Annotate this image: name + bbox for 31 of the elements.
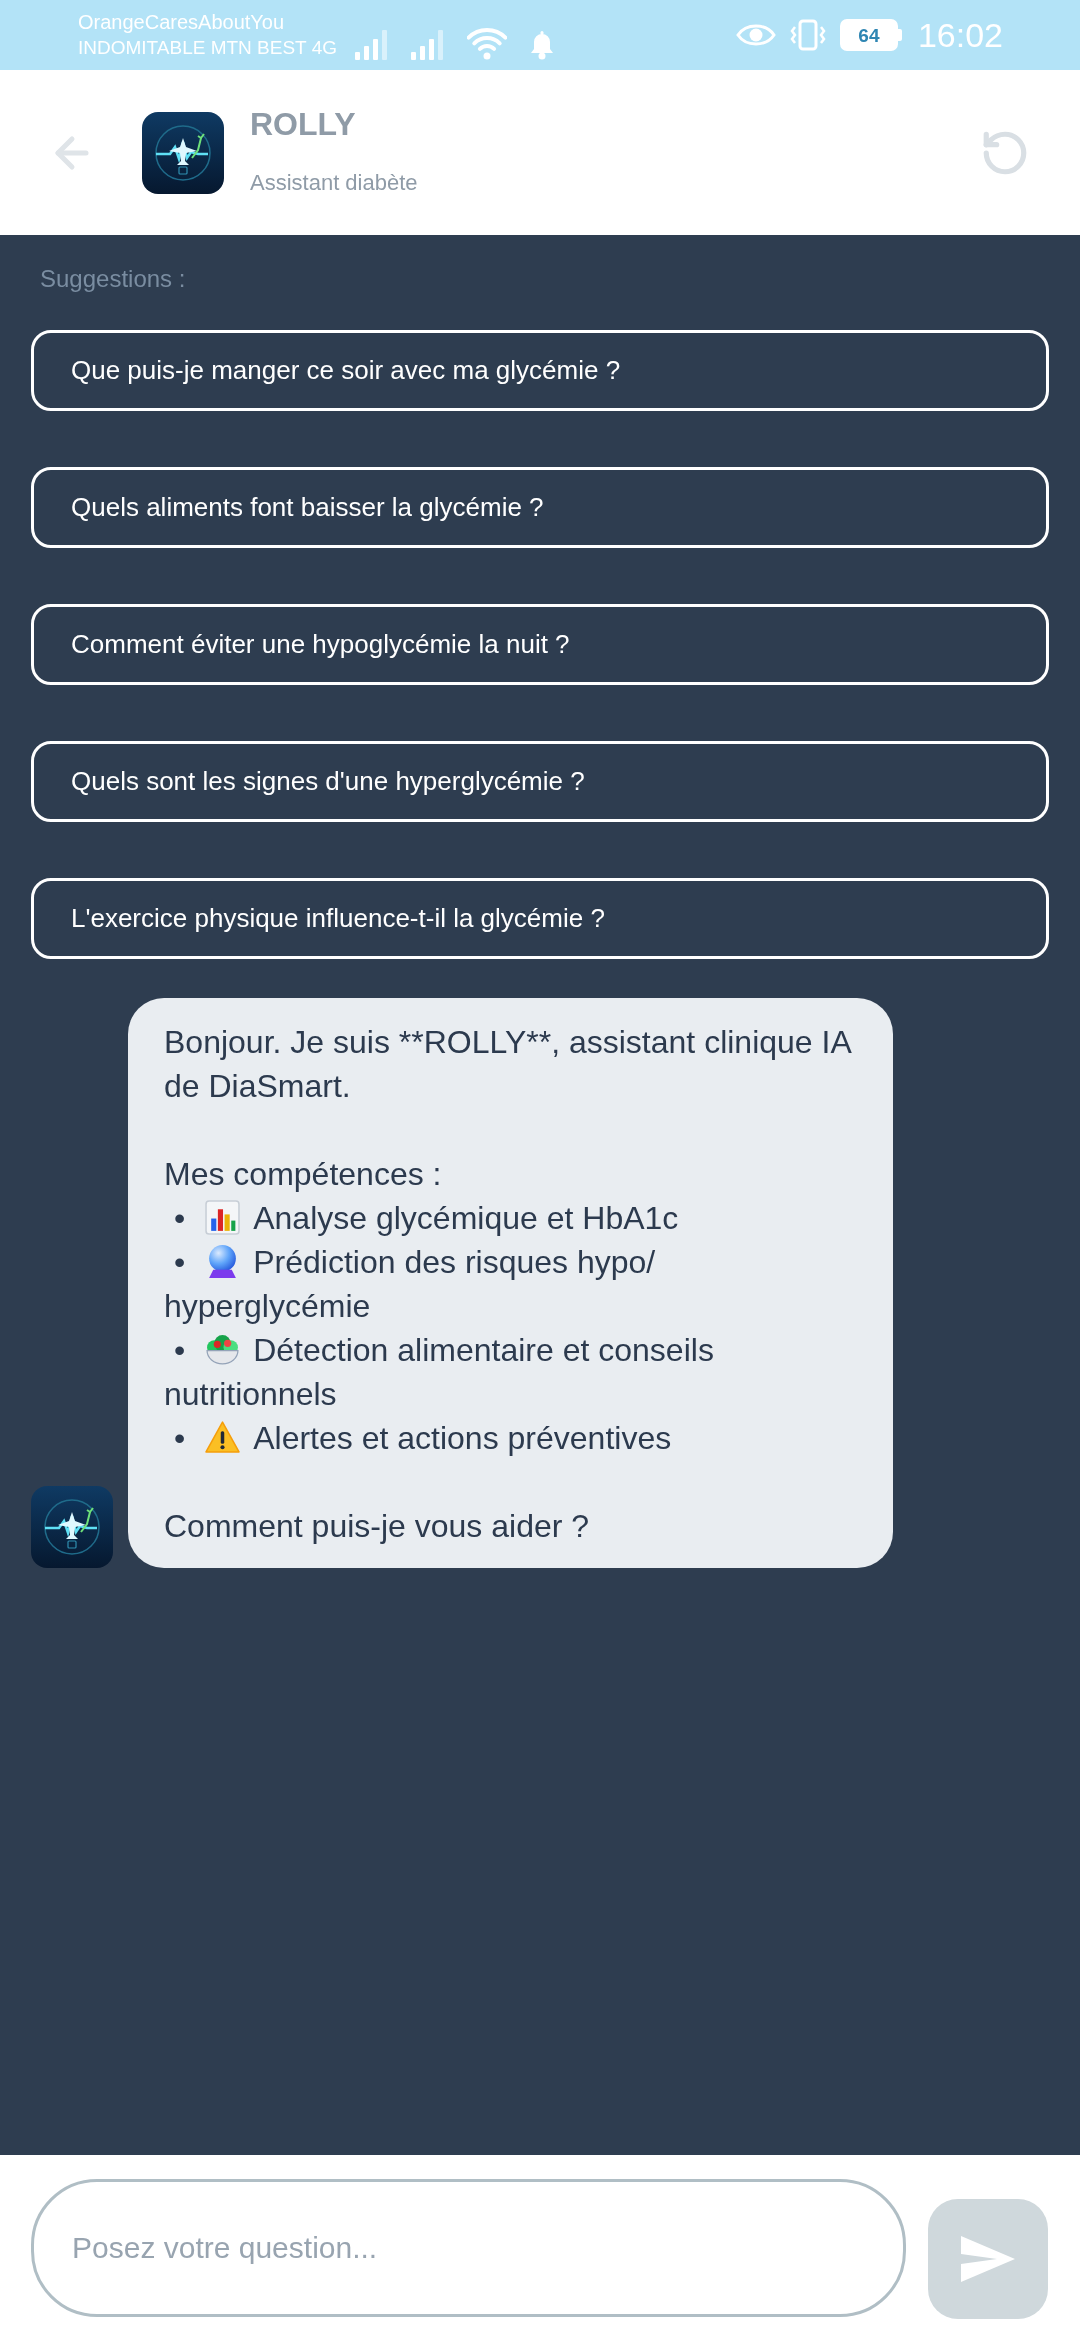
bot-subtitle: Assistant diabète	[250, 171, 418, 194]
suggestion-button[interactable]: Que puis-je manger ce soir avec ma glycémie ?	[31, 330, 1049, 411]
message-heading: Mes compétences :	[164, 1155, 443, 1194]
carrier-name: INDOMITABLE MTN BEST 4G	[78, 36, 337, 60]
vibrate-icon	[789, 19, 826, 51]
battery-percent: 64	[858, 25, 880, 45]
skill-list-item: • Détection alimentaire et conseils nutritionnels	[164, 1331, 715, 1414]
carrier-name: OrangeCaresAboutYou	[78, 10, 286, 35]
bot-avatar-icon	[31, 1486, 113, 1568]
skill-list-item: • Analyse glycémique et HbA1c	[173, 1199, 680, 1238]
question-input[interactable]: Posez votre question...	[31, 2178, 906, 2317]
wifi-icon	[467, 26, 507, 60]
message-text: Bonjour. Je suis **ROLLY**, assistant clinique IA de DiaSmart.	[164, 1023, 852, 1106]
bell-icon	[529, 30, 555, 60]
skill-list-item: • Prédiction des risques hypo/hyperglycémie	[164, 1243, 657, 1326]
heartbeat-logo-icon	[142, 111, 224, 194]
signal-bars-icon	[355, 30, 389, 60]
send-icon	[961, 2235, 1015, 2282]
signal-bars-icon	[411, 30, 445, 60]
salad-bowl-icon	[205, 1332, 241, 1367]
bar-chart-icon	[205, 1200, 241, 1235]
skill-list-item: • Alertes et actions préventives	[173, 1419, 673, 1458]
suggestion-button[interactable]: Quels aliments font baisser la glycémie ?	[31, 467, 1049, 548]
suggestion-button[interactable]: Comment éviter une hypoglycémie la nuit ?	[31, 604, 1049, 685]
message-text: Comment puis-je vous aider ?	[164, 1507, 591, 1546]
suggestion-button[interactable]: L'exercice physique influence-t-il la glycémie ?	[31, 878, 1049, 959]
bot-name: ROLLY	[250, 107, 356, 140]
clock-time: 16:02	[917, 18, 1003, 52]
warning-icon	[205, 1420, 241, 1455]
suggestions-label: Suggestions :	[40, 265, 186, 293]
suggestion-button[interactable]: Quels sont les signes d'une hyperglycémie ?	[31, 741, 1049, 822]
